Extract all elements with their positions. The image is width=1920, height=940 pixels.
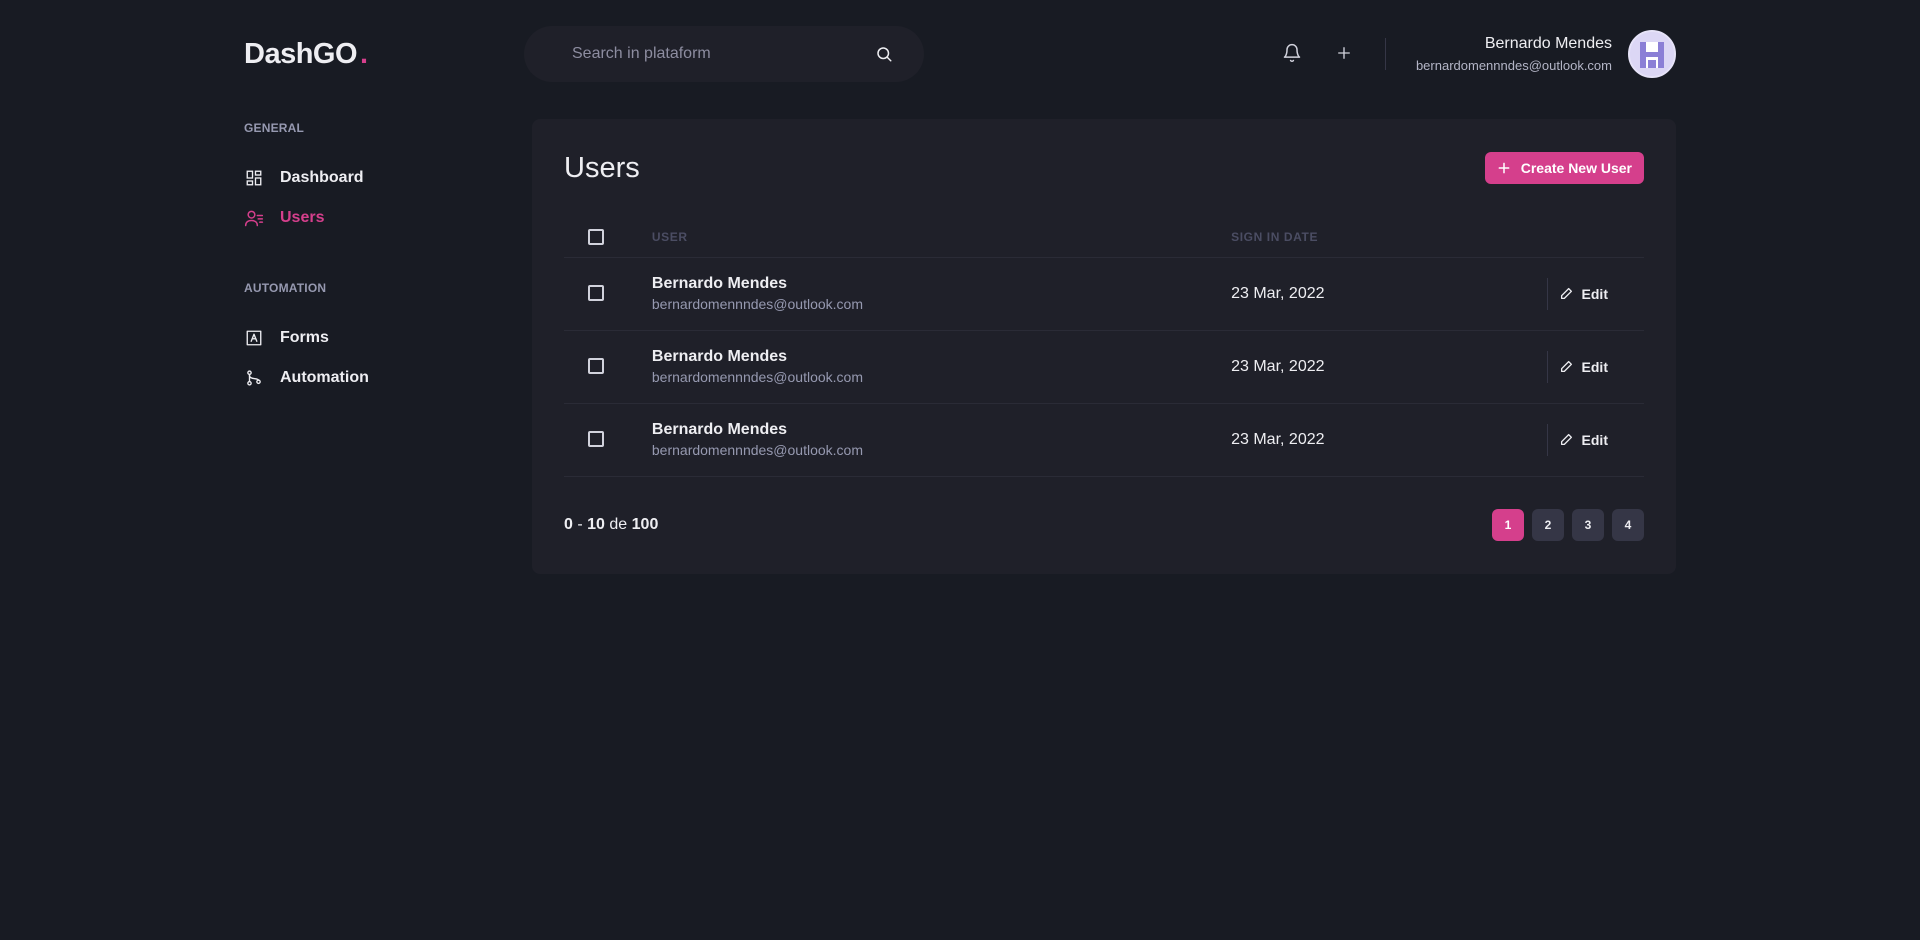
- user-cell: Bernardo Mendes bernardomennndes@outlook…: [651, 330, 1232, 404]
- user-email: bernardomennndes@outlook.com: [651, 296, 864, 312]
- sidebar: GENERAL Dashboard Users AUTOMATION Forms…: [244, 120, 504, 406]
- page-buttons: 1 2 3 4: [1484, 508, 1644, 541]
- profile-name: Bernardo Mendes: [1484, 34, 1612, 52]
- profile-info: Bernardo Mendes bernardomennndes@outlook…: [1416, 34, 1612, 75]
- range-total: 100: [631, 515, 659, 533]
- range-end: 10: [587, 515, 605, 533]
- logo-text: DashGO: [244, 37, 358, 70]
- pencil-icon: [1560, 287, 1574, 301]
- sidebar-item-users[interactable]: Users: [244, 206, 504, 230]
- range-start: 0: [564, 515, 573, 533]
- search-icon[interactable]: [874, 44, 894, 64]
- user-name: Bernardo Mendes: [651, 275, 788, 292]
- section-title-general: GENERAL: [244, 121, 305, 135]
- edit-label: Edit: [1581, 358, 1608, 375]
- user-name: Bernardo Mendes: [651, 421, 788, 438]
- divider: [1546, 277, 1548, 310]
- sidebar-item-dashboard[interactable]: Dashboard: [244, 166, 504, 190]
- user-profile[interactable]: Bernardo Mendes bernardomennndes@outlook…: [1416, 30, 1676, 78]
- actions-cell: Edit: [1546, 330, 1644, 404]
- git-branch-icon: [244, 368, 264, 388]
- table-row: Bernardo Mendes bernardomennndes@outlook…: [564, 403, 1644, 477]
- users-icon: [244, 208, 264, 228]
- header: DashGO. Bernardo Mendes bernardomennndes…: [244, 26, 1676, 82]
- table-row: Bernardo Mendes bernardomennndes@outlook…: [564, 330, 1644, 404]
- page-button-1[interactable]: 1: [1492, 508, 1524, 541]
- row-checkbox-cell: [564, 330, 652, 404]
- date-cell: 23 Mar, 2022: [1231, 330, 1547, 404]
- plus-icon: [1335, 44, 1353, 65]
- edit-label: Edit: [1581, 285, 1608, 302]
- user-cell: Bernardo Mendes bernardomennndes@outlook…: [651, 403, 1232, 477]
- sign-in-date: 23 Mar, 2022: [1231, 357, 1325, 375]
- card-header: Users Create New User: [564, 151, 1644, 185]
- range-separator: -: [577, 515, 583, 533]
- row-checkbox-cell: [564, 403, 652, 477]
- divider: [1546, 423, 1548, 456]
- pencil-icon: [1560, 433, 1574, 447]
- create-user-button[interactable]: Create New User: [1484, 152, 1644, 184]
- sidebar-section-general: GENERAL Dashboard Users: [244, 120, 504, 230]
- row-checkbox[interactable]: [588, 431, 604, 448]
- sidebar-item-label: Dashboard: [280, 169, 364, 186]
- sidebar-item-forms[interactable]: Forms: [244, 326, 504, 350]
- forms-icon: [244, 328, 264, 348]
- date-cell: 23 Mar, 2022: [1231, 403, 1547, 477]
- select-all-checkbox[interactable]: [588, 228, 604, 245]
- row-checkbox[interactable]: [588, 285, 604, 302]
- range-word: de: [609, 515, 628, 533]
- user-cell: Bernardo Mendes bernardomennndes@outlook…: [651, 257, 1232, 331]
- sidebar-item-label: Forms: [280, 329, 329, 346]
- header-actions: [1281, 38, 1386, 70]
- edit-label: Edit: [1581, 431, 1608, 448]
- user-email: bernardomennndes@outlook.com: [651, 442, 864, 458]
- table-header-row: USER SIGN IN DATE: [564, 217, 1644, 258]
- add-button[interactable]: [1333, 43, 1355, 65]
- search-bar: [524, 26, 924, 82]
- sidebar-item-automation[interactable]: Automation: [244, 366, 504, 390]
- users-card: Users Create New User USER SIGN IN DATE …: [532, 119, 1676, 574]
- plus-icon: [1497, 161, 1511, 175]
- actions-cell: Edit: [1546, 257, 1644, 331]
- avatar[interactable]: [1628, 30, 1676, 78]
- page-button-4[interactable]: 4: [1612, 508, 1644, 541]
- logo-dot: .: [360, 37, 368, 70]
- column-header-user: USER: [651, 217, 1232, 258]
- actions-cell: Edit: [1546, 403, 1644, 477]
- column-header-actions: [1546, 217, 1644, 258]
- pagination: 0 - 10 de 100 1 2 3 4: [564, 508, 1644, 541]
- row-checkbox-cell: [564, 257, 652, 331]
- column-header-date: SIGN IN DATE: [1231, 217, 1547, 258]
- edit-button[interactable]: Edit: [1560, 424, 1644, 456]
- users-table: USER SIGN IN DATE Bernardo Mendes bernar…: [564, 217, 1644, 477]
- pencil-icon: [1560, 360, 1574, 374]
- page-button-2[interactable]: 2: [1532, 508, 1564, 541]
- divider: [1546, 350, 1548, 383]
- notifications-button[interactable]: [1281, 43, 1303, 65]
- logo[interactable]: DashGO.: [244, 38, 524, 71]
- header-checkbox-cell: [564, 217, 652, 258]
- section-title-automation: AUTOMATION: [244, 281, 327, 295]
- user-email: bernardomennndes@outlook.com: [651, 369, 864, 385]
- create-user-label: Create New User: [1520, 160, 1632, 176]
- profile-email: bernardomennndes@outlook.com: [1415, 57, 1612, 73]
- dashboard-icon: [244, 168, 264, 188]
- bell-icon: [1282, 43, 1302, 66]
- sign-in-date: 23 Mar, 2022: [1231, 284, 1325, 302]
- sidebar-section-automation: AUTOMATION Forms Automation: [244, 280, 504, 390]
- page-button-3[interactable]: 3: [1572, 508, 1604, 541]
- date-cell: 23 Mar, 2022: [1231, 257, 1547, 331]
- sidebar-item-label: Automation: [280, 369, 369, 386]
- page-title: Users: [564, 151, 640, 184]
- sign-in-date: 23 Mar, 2022: [1231, 430, 1325, 448]
- table-row: Bernardo Mendes bernardomennndes@outlook…: [564, 257, 1644, 331]
- row-checkbox[interactable]: [588, 358, 604, 375]
- pagination-range: 0 - 10 de 100: [564, 516, 658, 534]
- user-name: Bernardo Mendes: [651, 348, 788, 365]
- edit-button[interactable]: Edit: [1560, 351, 1644, 383]
- edit-button[interactable]: Edit: [1560, 278, 1644, 310]
- sidebar-item-label: Users: [280, 209, 325, 226]
- search-input[interactable]: [572, 45, 874, 63]
